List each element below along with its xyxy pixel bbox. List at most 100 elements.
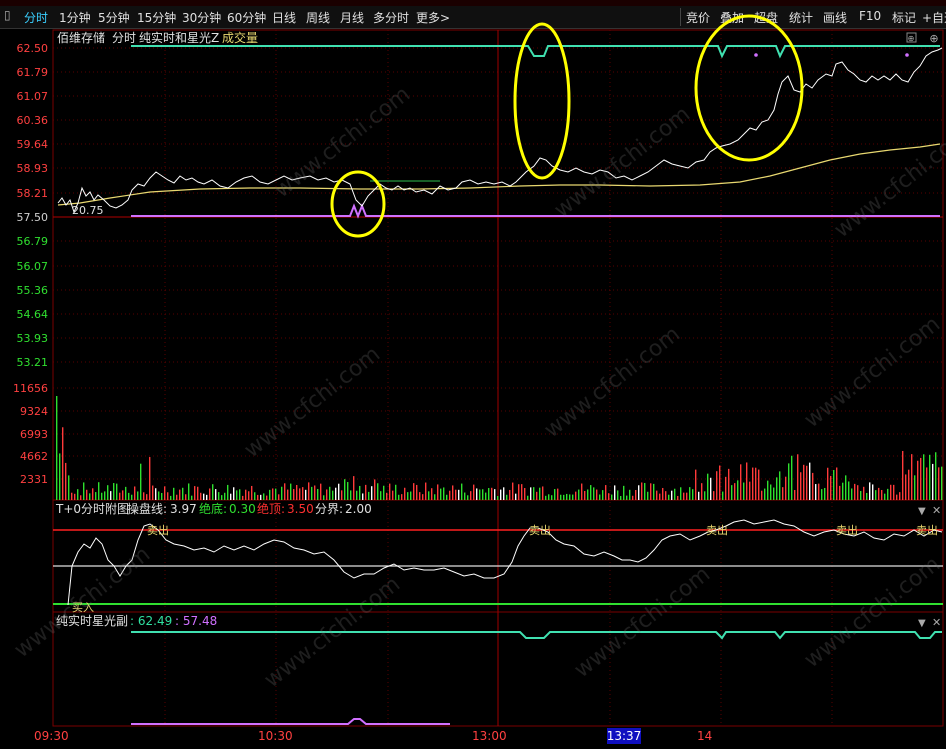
volume-bar — [266, 495, 268, 500]
sub1-label: 操盘线: — [127, 501, 167, 516]
volume-bar — [170, 495, 172, 500]
volume-bar — [698, 491, 700, 500]
price-tick: 53.93 — [17, 332, 49, 345]
price-tick: 56.07 — [17, 260, 49, 273]
volume-bar — [329, 486, 331, 500]
volume-bar — [848, 481, 850, 500]
volume-bar — [542, 486, 544, 500]
volume-bar — [209, 488, 211, 500]
volume-bar — [80, 495, 82, 500]
volume-bar — [404, 487, 406, 500]
volume-bar — [587, 489, 589, 500]
volume-bar — [824, 487, 826, 500]
volume-bar — [875, 490, 877, 500]
sub-panel-1-header: T+0分时附图 操盘线: 3.97 绝底: 0.30 绝顶: 3.50 分界: … — [55, 501, 372, 516]
close-icon[interactable]: ✕ — [932, 504, 941, 517]
intraday-chart: 62.50 61.79 61.07 60.36 59.64 58.93 58.2… — [13, 14, 944, 744]
volume-bar — [125, 486, 127, 500]
volume-bar — [581, 483, 583, 500]
volume-bar — [752, 467, 754, 500]
volume-bar — [284, 483, 286, 500]
volume-bar — [338, 483, 340, 500]
volume-bar — [806, 465, 808, 500]
volume-bar — [470, 491, 472, 500]
volume-bar — [299, 488, 301, 500]
sub2-magenta-line — [131, 718, 450, 725]
close-icon[interactable]: ✕ — [932, 616, 941, 629]
collapse-icon[interactable]: ▼ — [918, 506, 926, 517]
volume-bar — [695, 469, 697, 500]
volume-bar — [380, 491, 382, 500]
volume-bar — [434, 494, 436, 500]
volume-tick: 9324 — [20, 405, 48, 418]
volume-bar — [929, 454, 931, 500]
volume-bar — [446, 494, 448, 500]
volume-bar — [350, 490, 352, 500]
volume-bars — [56, 396, 943, 500]
magenta-dot — [754, 53, 758, 57]
volume-bar — [737, 480, 739, 500]
sub1-value: 3.97 — [170, 502, 197, 516]
volume-bar — [149, 457, 151, 500]
volume-bar — [707, 473, 709, 500]
volume-bar — [803, 464, 805, 500]
price-tick: 62.50 — [17, 42, 49, 55]
volume-bar — [746, 462, 748, 500]
volume-bar — [488, 488, 490, 500]
volume-bar — [176, 494, 178, 500]
volume-bar — [560, 494, 562, 500]
volume-bar — [323, 495, 325, 500]
volume-bar — [872, 484, 874, 500]
magenta-indicator-line — [131, 203, 940, 219]
sub1-label: 绝底: — [199, 501, 227, 516]
volume-bar — [641, 482, 643, 500]
sell-signal: 卖出 — [147, 523, 169, 537]
expand-icon[interactable]: ⊕ — [929, 32, 938, 45]
volume-bar — [734, 483, 736, 500]
volume-bar — [158, 491, 160, 500]
volume-bar — [665, 491, 667, 500]
volume-bar — [137, 491, 139, 500]
volume-bar — [896, 494, 898, 500]
collapse-icon[interactable]: ▼ — [918, 618, 926, 629]
volume-bar — [740, 464, 742, 500]
price-tick: 60.36 — [17, 114, 49, 127]
volume-bar — [833, 470, 835, 500]
volume-bar — [899, 492, 901, 500]
volume-bar — [437, 484, 439, 500]
volume-bar — [518, 484, 520, 500]
volume-bar — [704, 491, 706, 500]
stock-name: 佰维存储 — [57, 30, 105, 45]
volume-bar — [65, 462, 67, 500]
volume-bar — [392, 490, 394, 500]
volume-bar — [251, 485, 253, 500]
volume-bar — [122, 490, 124, 500]
volume-bar — [920, 457, 922, 500]
volume-bar — [788, 463, 790, 500]
sub2-value: : 57.48 — [175, 614, 217, 628]
volume-bar — [77, 489, 79, 500]
volume-bar — [302, 487, 304, 500]
volume-bar — [371, 486, 373, 500]
volume-bar — [218, 492, 220, 500]
volume-bar — [62, 427, 64, 500]
volume-bar — [731, 485, 733, 500]
price-tick: 59.64 — [17, 138, 49, 151]
volume-bar — [776, 477, 778, 500]
volume-bar — [89, 493, 91, 500]
volume-bar — [377, 483, 379, 500]
volume-bar — [287, 489, 289, 500]
volume-bar — [203, 493, 205, 500]
volume-bar — [68, 475, 70, 500]
volume-bar — [212, 484, 214, 500]
volume-bar — [491, 487, 493, 500]
volume-bar — [206, 494, 208, 500]
volume-tick: 2331 — [20, 473, 48, 486]
volume-bar — [191, 495, 193, 500]
volume-bar — [656, 490, 658, 500]
volume-bar — [650, 483, 652, 500]
volume-bar — [851, 488, 853, 500]
volume-bar — [584, 490, 586, 500]
settings-icon-glyph: ⊕ — [908, 34, 915, 43]
volume-bar — [602, 490, 604, 500]
